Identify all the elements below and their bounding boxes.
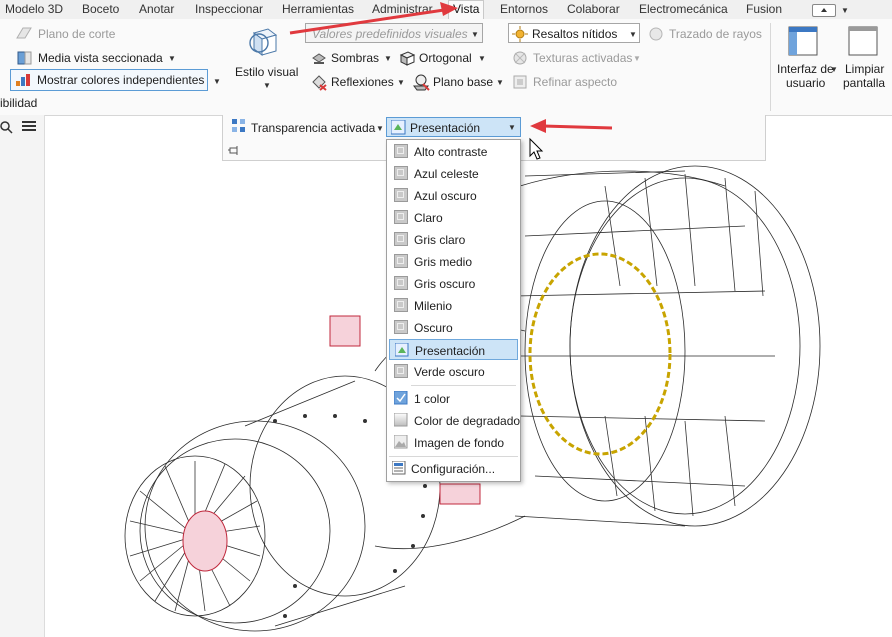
- menu-item-gris-oscuro[interactable]: Gris oscuro: [389, 273, 518, 294]
- chevron-down-icon: ▼: [629, 30, 637, 39]
- model-browser-strip: [0, 115, 45, 637]
- shadows-icon: [312, 53, 326, 64]
- chevron-down-icon[interactable]: ▼: [384, 54, 392, 63]
- appearance-style-icon: [394, 364, 408, 378]
- sun-icon: [512, 26, 528, 42]
- chevron-down-icon[interactable]: ▼: [841, 6, 849, 15]
- appearance-style-icon: [394, 210, 408, 224]
- visual-style-cube-icon: [249, 28, 278, 56]
- tab-vista[interactable]: Vista: [448, 0, 485, 21]
- menu-item-presentacion[interactable]: Presentación: [389, 339, 518, 360]
- interfaz-usuario-button[interactable]: Interfaz de ▼ usuario: [774, 23, 838, 103]
- section-plane-icon: [16, 27, 32, 39]
- user-interface-window-icon: [788, 26, 818, 56]
- appearance-combo[interactable]: Presentación ▼: [386, 117, 521, 137]
- menu-item-color-degradado[interactable]: Color de degradado: [389, 410, 520, 431]
- appearance-style-icon: [394, 188, 408, 202]
- sombras-button[interactable]: Sombras: [331, 51, 379, 65]
- refinar-aspecto-button[interactable]: Refinar aspecto: [533, 75, 617, 89]
- gradient-background-icon: [394, 413, 408, 427]
- tab-herramientas[interactable]: Herramientas: [282, 2, 354, 16]
- chevron-down-icon[interactable]: ▼: [478, 54, 486, 63]
- menu-separator: [389, 456, 518, 457]
- appearance-style-icon: [394, 298, 408, 312]
- presentation-appearance-icon: [391, 120, 406, 135]
- solid-color-background-icon: [394, 391, 408, 405]
- settings-icon: [392, 461, 406, 475]
- menu-icon[interactable]: [22, 120, 36, 132]
- chevron-up-icon: [821, 8, 827, 12]
- chevron-down-icon[interactable]: ▼: [213, 77, 221, 86]
- menu-item-oscuro[interactable]: Oscuro: [389, 317, 518, 338]
- chevron-down-icon: ▼: [633, 54, 641, 63]
- tab-fusion[interactable]: Fusion: [746, 2, 782, 16]
- menu-item-azul-celeste[interactable]: Azul celeste: [389, 163, 518, 184]
- menu-item-gris-claro[interactable]: Gris claro: [389, 229, 518, 250]
- appearance-style-icon: [394, 232, 408, 246]
- menu-item-milenio[interactable]: Milenio: [389, 295, 518, 316]
- trazado-rayos-button[interactable]: Trazado de rayos: [669, 27, 762, 41]
- valores-predefinidos-combo[interactable]: Valores predefinidos visuales ▼: [305, 23, 483, 43]
- ribbon-panel: Plano de corte Media vista seccionada ▼ …: [0, 19, 892, 116]
- reflections-icon: [312, 75, 327, 91]
- ribbon-divider: [770, 23, 771, 111]
- menu-item-imagen-fondo[interactable]: Imagen de fondo: [389, 432, 518, 453]
- appearance-dropdown-menu: Alto contraste Azul celeste Azul oscuro …: [386, 139, 521, 482]
- menu-item-alto-contraste[interactable]: Alto contraste: [389, 141, 518, 162]
- menu-separator: [411, 385, 516, 386]
- ray-trace-icon: [649, 27, 663, 41]
- resaltos-nitidos-combo[interactable]: Resaltos nítidos ▼: [508, 23, 640, 43]
- menu-item-configuracion[interactable]: Configuración...: [389, 458, 518, 479]
- ribbon-minimize-button[interactable]: [812, 4, 836, 17]
- menu-item-1-color[interactable]: 1 color: [389, 388, 518, 409]
- tab-administrar[interactable]: Administrar: [372, 2, 433, 16]
- image-background-icon: [394, 435, 408, 449]
- color-bars-icon: [16, 74, 30, 86]
- chevron-down-icon[interactable]: ▼: [496, 78, 504, 87]
- tab-modelo-3d[interactable]: Modelo 3D: [5, 2, 63, 16]
- chevron-down-icon: ▼: [471, 30, 479, 39]
- textures-icon: [513, 51, 527, 65]
- menu-item-claro[interactable]: Claro: [389, 207, 518, 228]
- appearance-style-icon: [394, 144, 408, 158]
- chevron-down-icon: ▼: [830, 65, 838, 74]
- chevron-down-icon[interactable]: ▼: [168, 54, 176, 63]
- search-icon[interactable]: [0, 120, 14, 134]
- appearance-style-icon: [394, 320, 408, 334]
- presentation-appearance-icon: [395, 343, 409, 357]
- menu-item-azul-oscuro[interactable]: Azul oscuro: [389, 185, 518, 206]
- media-vista-button[interactable]: Media vista seccionada: [38, 51, 163, 65]
- refine-icon: [513, 75, 527, 89]
- chevron-down-icon: ▼: [263, 81, 271, 90]
- tab-inspeccionar[interactable]: Inspeccionar: [195, 2, 263, 16]
- tab-electromecanica[interactable]: Electromecánica: [639, 2, 728, 16]
- visibilidad-group-label: ibilidad: [0, 96, 38, 110]
- tab-anotar[interactable]: Anotar: [139, 2, 174, 16]
- tab-colaborar[interactable]: Colaborar: [567, 2, 620, 16]
- reflexiones-button[interactable]: Reflexiones: [331, 75, 394, 89]
- chevron-down-icon[interactable]: ▼: [397, 78, 405, 87]
- ribbon-tab-bar: Modelo 3D Boceto Anotar Inspeccionar Her…: [0, 0, 892, 21]
- clean-screen-icon: [848, 26, 878, 56]
- plano-corte-button[interactable]: Plano de corte: [38, 27, 115, 41]
- appearance-style-icon: [394, 166, 408, 180]
- limpiar-pantalla-button[interactable]: Limpiar pantalla: [840, 23, 890, 103]
- texturas-activadas-button[interactable]: Texturas activadas: [533, 51, 632, 65]
- appearance-style-icon: [394, 254, 408, 268]
- chevron-down-icon: ▼: [508, 123, 516, 132]
- tab-boceto[interactable]: Boceto: [82, 2, 119, 16]
- estilo-visual-button[interactable]: Estilo visual ▼: [232, 23, 300, 93]
- orthographic-icon: [399, 51, 416, 66]
- plano-base-button[interactable]: Plano base: [433, 75, 493, 89]
- mostrar-colores-button[interactable]: Mostrar colores independientes: [10, 69, 208, 91]
- tab-entornos[interactable]: Entornos: [500, 2, 548, 16]
- highlighted-ring: [528, 252, 672, 456]
- ortogonal-button[interactable]: Ortogonal: [419, 51, 472, 65]
- menu-item-gris-medio[interactable]: Gris medio: [389, 251, 518, 272]
- menu-item-verde-oscuro[interactable]: Verde oscuro: [389, 361, 518, 382]
- half-section-icon: [17, 51, 32, 65]
- ground-plane-icon: [413, 74, 430, 91]
- appearance-style-icon: [394, 276, 408, 290]
